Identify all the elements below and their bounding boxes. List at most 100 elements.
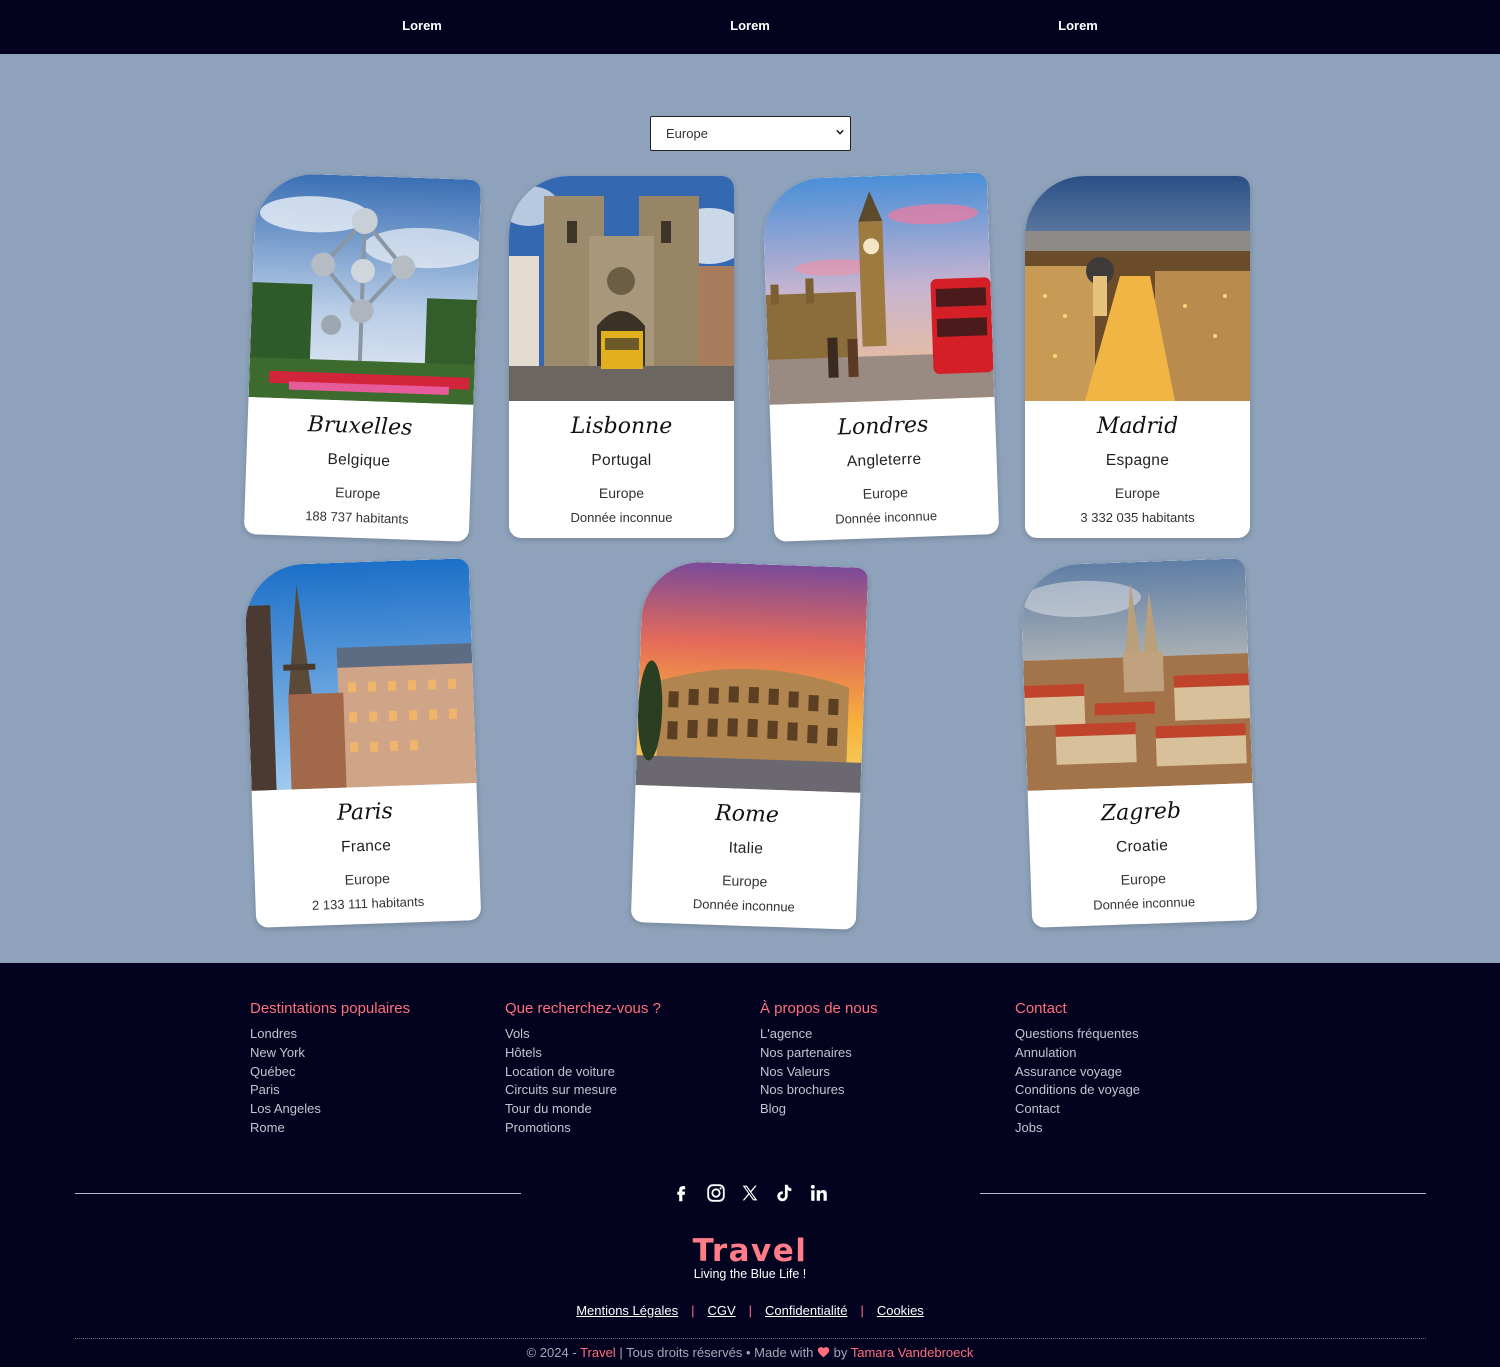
copyright-by: by (830, 1345, 851, 1360)
footer-link[interactable]: Blog (760, 1100, 878, 1119)
nav-link-2[interactable]: Lorem (730, 18, 770, 33)
card-population: Donnée inconnue (1092, 894, 1196, 913)
x-icon[interactable] (739, 1182, 761, 1204)
footer-column-destinations: Destintations populaires Londres New Yor… (250, 1000, 410, 1138)
footer-brand-logo[interactable]: Travel (0, 1233, 1500, 1269)
card-country: Angleterre (846, 450, 922, 471)
city-photo (761, 172, 995, 405)
divider-left (75, 1193, 521, 1194)
card-city: Bruxelles (307, 412, 413, 441)
city-photo (1025, 176, 1250, 401)
linkedin-icon[interactable] (808, 1182, 830, 1204)
card-city: Rome (714, 800, 780, 829)
footer-column-title: Contact (1015, 1000, 1067, 1017)
card-country: Portugal (591, 452, 652, 469)
footer-link[interactable]: Contact (1015, 1100, 1140, 1119)
footer-link[interactable]: Questions fréquentes (1015, 1025, 1140, 1044)
card-region: Europe (721, 872, 768, 890)
facebook-icon[interactable] (670, 1182, 692, 1204)
card-region: Europe (862, 484, 909, 502)
copyright-prefix: © 2024 - (526, 1345, 581, 1360)
city-photo (509, 176, 734, 401)
card-region: Europe (1114, 485, 1161, 501)
footer-link[interactable]: Los Angeles (250, 1100, 410, 1119)
footer-link[interactable]: Nos Valeurs (760, 1063, 878, 1082)
footer-link[interactable]: Vols (505, 1025, 661, 1044)
separator: | (691, 1303, 695, 1318)
region-select[interactable]: Europe (650, 116, 851, 151)
footer-column-title: À propos de nous (760, 1000, 878, 1017)
card-population: Donnée inconnue (834, 508, 938, 527)
footer-column-contact: Contact Questions fréquentes Annulation … (1015, 1000, 1140, 1138)
footer-link[interactable]: Assurance voyage (1015, 1063, 1140, 1082)
nav-link-3[interactable]: Lorem (1058, 18, 1098, 33)
legal-link-mentions[interactable]: Mentions Légales (576, 1303, 678, 1318)
card-city: Lisbonne (570, 414, 673, 439)
card-region: Europe (334, 484, 381, 502)
region-select-value: Europe (666, 126, 708, 141)
heart-icon (817, 1347, 830, 1358)
footer-link[interactable]: Hôtels (505, 1044, 661, 1063)
footer-link[interactable]: Nos partenaires (760, 1044, 878, 1063)
footer-link[interactable]: Rome (250, 1119, 410, 1138)
card-city: Zagreb (1100, 798, 1182, 827)
card-city: Madrid (1096, 414, 1179, 439)
footer-link[interactable]: Nos brochures (760, 1081, 878, 1100)
city-card-bruxelles[interactable]: Bruxelles Belgique Europe 188 737 habita… (243, 172, 482, 542)
legal-links: Mentions Légales | CGV | Confidentialité | Coo… (0, 1303, 1500, 1318)
copyright-middle: | Tous droits réservés • Made with (615, 1345, 818, 1360)
card-city: Londres (837, 412, 929, 441)
separator: | (860, 1303, 864, 1318)
divider-right (980, 1193, 1426, 1194)
footer-link[interactable]: Québec (250, 1063, 410, 1082)
footer-column-about: À propos de nous L'agence Nos partenaire… (760, 1000, 878, 1119)
city-photo (635, 560, 869, 793)
divider-bottom (75, 1338, 1426, 1339)
footer-link[interactable]: Promotions (505, 1119, 661, 1138)
footer-link[interactable]: Annulation (1015, 1044, 1140, 1063)
card-population: 3 332 035 habitants (1080, 510, 1195, 525)
card-region: Europe (1120, 870, 1167, 888)
card-population: 2 133 111 habitants (311, 893, 425, 913)
city-card-londres[interactable]: Londres Angleterre Europe Donnée inconnu… (761, 172, 1000, 542)
card-region: Europe (344, 870, 391, 888)
card-region: Europe (598, 485, 645, 501)
footer-link[interactable]: Conditions de voyage (1015, 1081, 1140, 1100)
footer-link[interactable]: Circuits sur mesure (505, 1081, 661, 1100)
footer-link[interactable]: Londres (250, 1025, 410, 1044)
footer-tagline: Living the Blue Life ! (693, 1267, 807, 1281)
city-photo (248, 172, 482, 405)
footer-link[interactable]: Jobs (1015, 1119, 1140, 1138)
city-card-paris[interactable]: Paris France Europe 2 133 111 habitants (243, 558, 482, 928)
legal-link-confidentialite[interactable]: Confidentialité (765, 1303, 847, 1318)
tiktok-icon[interactable] (773, 1182, 795, 1204)
city-photo (1019, 558, 1253, 791)
copyright: © 2024 - Travel | Tous droits réservés •… (0, 1345, 1500, 1360)
city-card-madrid[interactable]: Madrid Espagne Europe 3 332 035 habitant… (1025, 176, 1250, 538)
footer-column-title: Destintations populaires (250, 1000, 411, 1017)
footer-link[interactable]: Location de voiture (505, 1063, 661, 1082)
city-card-lisbonne[interactable]: Lisbonne Portugal Europe Donnée inconnue (509, 176, 734, 538)
chevron-down-icon (836, 129, 844, 135)
footer-link[interactable]: Tour du monde (505, 1100, 661, 1119)
card-population: Donnée inconnue (570, 510, 673, 525)
nav-link-1[interactable]: Lorem (402, 18, 442, 33)
footer-link[interactable]: New York (250, 1044, 410, 1063)
card-country: Italie (728, 839, 764, 858)
copyright-brand[interactable]: Travel (580, 1345, 616, 1360)
instagram-icon[interactable] (705, 1182, 727, 1204)
footer-link[interactable]: Paris (250, 1081, 410, 1100)
legal-link-cgv[interactable]: CGV (707, 1303, 735, 1318)
footer-link[interactable]: L'agence (760, 1025, 878, 1044)
footer-column-search: Que recherchez-vous ? Vols Hôtels Locati… (505, 1000, 661, 1138)
card-city: Paris (336, 798, 394, 826)
card-country: Belgique (327, 450, 391, 471)
copyright-author[interactable]: Tamara Vandebroeck (851, 1345, 974, 1360)
card-country: France (340, 837, 392, 856)
city-card-rome[interactable]: Rome Italie Europe Donnée inconnue (630, 560, 869, 930)
card-country: Croatie (1115, 837, 1169, 856)
legal-link-cookies[interactable]: Cookies (877, 1303, 924, 1318)
top-navigation: Lorem Lorem Lorem (0, 0, 1500, 54)
city-photo (243, 558, 477, 791)
city-card-zagreb[interactable]: Zagreb Croatie Europe Donnée inconnue (1019, 558, 1258, 928)
